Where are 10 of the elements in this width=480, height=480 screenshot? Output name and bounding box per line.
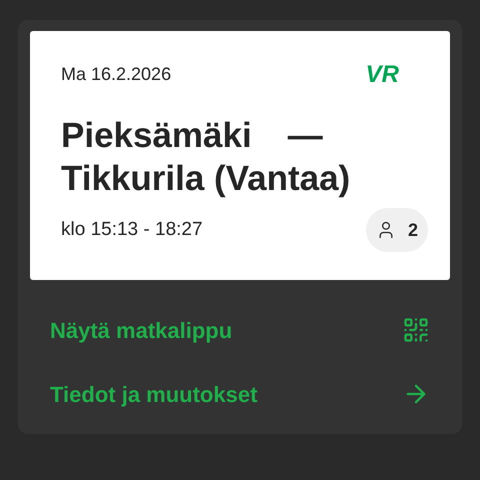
route-separator: — <box>288 115 323 157</box>
vr-logo: VR <box>366 62 399 86</box>
qr-code-icon <box>402 316 430 344</box>
action-link[interactable]: Näytä matkalippu <box>50 298 430 362</box>
travel-date: Ma 16.2.2026 <box>61 63 172 86</box>
arrival-station: Tikkurila (Vantaa) <box>61 158 352 200</box>
action-link[interactable]: Tiedot ja muutokset <box>50 362 430 426</box>
departure-station: Pieksämäki <box>61 115 252 157</box>
travel-time: klo 15:13 - 18:27 <box>61 218 203 242</box>
passenger-number: 2 <box>408 218 418 242</box>
